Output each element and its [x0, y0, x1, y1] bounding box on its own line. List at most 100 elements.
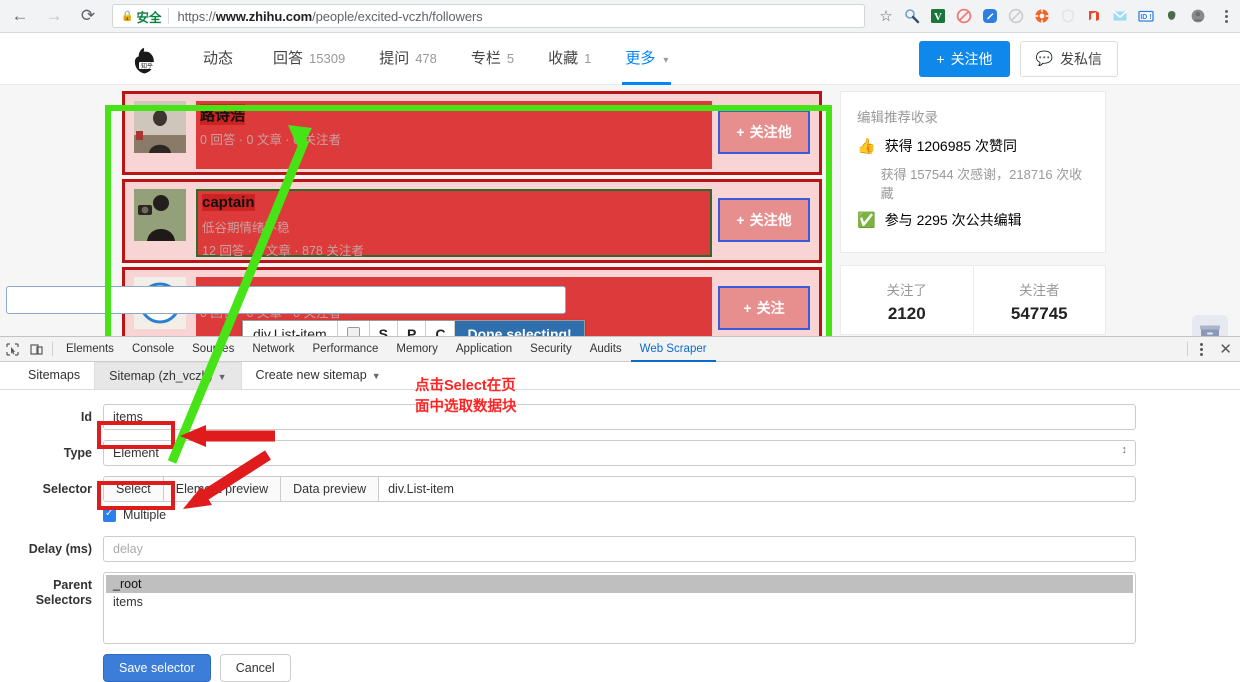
adblock-icon[interactable] [952, 4, 976, 28]
following-stat[interactable]: 关注了 2120 [841, 266, 973, 334]
archive-box-icon[interactable] [1192, 315, 1228, 336]
more-options-icon[interactable] [1192, 342, 1210, 356]
devtools-tab-sources[interactable]: Sources [183, 337, 243, 362]
chrome-menu-icon[interactable] [1215, 9, 1237, 23]
selector-p-button[interactable]: P [398, 321, 427, 336]
nav-label: 回答 [273, 49, 304, 67]
device-toolbar-icon[interactable] [24, 337, 48, 361]
selector-c-button[interactable]: C [426, 321, 456, 336]
parent-selectors-listbox[interactable]: _root items [103, 572, 1136, 644]
inspect-element-icon[interactable] [0, 337, 24, 361]
id-badge-icon[interactable]: ID ! [1134, 4, 1158, 28]
evernote-elephant-icon[interactable] [1160, 4, 1184, 28]
devtools-tab-elements[interactable]: Elements [57, 337, 123, 362]
selector-checkbox[interactable] [338, 321, 370, 336]
done-selecting-button[interactable]: Done selecting! [455, 321, 584, 336]
zhihu-nav-shoucang[interactable]: 收藏 1 [531, 33, 608, 85]
parent-option-root[interactable]: _root [106, 575, 1133, 593]
ws-tab-sitemap[interactable]: Sitemap (zh_vczh) ▼ [94, 362, 242, 389]
follow-button[interactable]: + 关注他 [718, 110, 810, 154]
nav-count: 1 [584, 50, 592, 66]
zhihu-nav-tiwen[interactable]: 提问 478 [362, 33, 454, 85]
nav-label: 动态 [203, 49, 234, 67]
close-icon[interactable]: ✕ [1219, 340, 1232, 358]
follow-user-button[interactable]: + 关注他 [919, 40, 1010, 77]
pocket-icon[interactable] [900, 4, 924, 28]
firefox-share-icon[interactable] [1030, 4, 1054, 28]
nav-label: 更多 [625, 49, 656, 67]
element-preview-button[interactable]: Element preview [163, 477, 282, 501]
profile-sidebar: 编辑推荐收录 👍 获得 1206985 次赞同 获得 157544 次感谢，21… [840, 91, 1106, 335]
zhihu-nav-zhuanlan[interactable]: 专栏 5 [454, 33, 531, 85]
mail-icon[interactable] [1108, 4, 1132, 28]
followers-stat[interactable]: 关注者 547745 [972, 266, 1106, 334]
selector-input-group: Select Element preview Data preview div.… [103, 476, 1136, 502]
avatar[interactable] [134, 189, 186, 241]
ws-tab-create-sitemap[interactable]: Create new sitemap ▼ [242, 362, 395, 389]
svg-text:V: V [934, 11, 942, 23]
list-item[interactable]: 路诗浩 0 回答 · 0 文章 · 0 关注者 + 关注他 [122, 91, 822, 175]
user-info: captain 低谷期情绪不稳 12 回答 · 0 文章 · 878 关注者 [196, 189, 712, 258]
bookmark-star-icon[interactable]: ☆ [873, 3, 899, 29]
nav-label: 提问 [379, 49, 410, 67]
form-row-selector: Selector Select Element preview Data pre… [0, 476, 1240, 526]
delay-input[interactable]: delay [103, 536, 1136, 562]
ws-tab-sitemaps[interactable]: Sitemaps [14, 362, 94, 389]
forward-arrow-icon[interactable]: → [40, 2, 68, 30]
web-page-viewport: 知乎 动态 回答 15309 提问 478 专栏 5 收藏 1 更多 ▾ + 关注他 💬 发私… [0, 33, 1240, 336]
devtools-tab-console[interactable]: Console [123, 337, 183, 362]
evernote-clipper-icon[interactable] [978, 4, 1002, 28]
devtools-tab-audits[interactable]: Audits [581, 337, 631, 362]
devtools-tab-application[interactable]: Application [447, 337, 521, 362]
zhihu-logo-icon[interactable]: 知乎 [130, 42, 164, 76]
thumbs-up-icon: 👍 [857, 138, 876, 155]
extension-tray: V ID ! [899, 2, 1215, 30]
save-selector-button[interactable]: Save selector [103, 654, 211, 682]
selector-s-button[interactable]: S [370, 321, 398, 336]
address-bar[interactable]: 🔒 安全 https://www.zhihu.com/people/excite… [112, 4, 865, 28]
list-item[interactable]: captain 低谷期情绪不稳 12 回答 · 0 文章 · 878 关注者 +… [122, 179, 822, 263]
reload-icon[interactable]: ⟳ [74, 2, 102, 30]
follow-button-label: 关注他 [749, 212, 792, 228]
data-preview-button[interactable]: Data preview [281, 477, 380, 501]
zhihu-nav-gengduo[interactable]: 更多 ▾ [608, 33, 685, 85]
type-select[interactable]: Element [103, 440, 1136, 466]
message-button-label: 发私信 [1060, 50, 1102, 67]
editor-recommend-label: 编辑推荐收录 [857, 110, 938, 125]
selector-input[interactable]: div.List-item [379, 477, 1135, 501]
zhihu-nav-dongtai[interactable]: 动态 [186, 33, 256, 85]
follow-button[interactable]: + 关注他 [718, 198, 810, 242]
cancel-button[interactable]: Cancel [219, 654, 291, 682]
devtools-tab-performance[interactable]: Performance [304, 337, 388, 362]
secure-label: 安全 [136, 10, 162, 25]
avatar[interactable] [134, 101, 186, 153]
ghostery-icon[interactable] [1004, 4, 1028, 28]
user-bio: 低谷期情绪不稳 [202, 221, 290, 235]
devtools-tab-security[interactable]: Security [521, 337, 581, 362]
type-label: Type [63, 446, 92, 460]
vimeo-v-icon[interactable]: V [926, 4, 950, 28]
devtools-tab-web-scraper[interactable]: Web Scraper [631, 337, 716, 362]
back-arrow-icon[interactable]: ← [6, 2, 34, 30]
zhihu-nav-huida[interactable]: 回答 15309 [256, 33, 362, 85]
multiple-checkbox-row[interactable]: Multiple [103, 504, 1136, 526]
user-name[interactable]: captain [202, 194, 255, 211]
follow-button[interactable]: + 关注 [718, 286, 810, 330]
multiple-checkbox[interactable] [103, 508, 116, 522]
office-icon[interactable] [1082, 4, 1106, 28]
follow-button-label: 关注他 [749, 124, 792, 140]
shield-icon[interactable] [1056, 4, 1080, 28]
send-message-button[interactable]: 💬 发私信 [1019, 40, 1118, 77]
user-name[interactable]: 路诗浩 [200, 104, 246, 125]
id-input[interactable]: items [103, 404, 1136, 430]
followers-label: 关注者 [1019, 283, 1060, 298]
selector-label: Selector [42, 482, 92, 496]
devtools-tab-network[interactable]: Network [243, 337, 303, 362]
search-input[interactable] [6, 286, 566, 314]
select-button[interactable]: Select [104, 477, 164, 501]
devtools-tab-memory[interactable]: Memory [387, 337, 447, 362]
avatar-icon[interactable] [1186, 4, 1210, 28]
plus-icon: + [736, 124, 745, 140]
nav-count: 5 [506, 50, 515, 66]
parent-option-items[interactable]: items [106, 593, 1133, 611]
